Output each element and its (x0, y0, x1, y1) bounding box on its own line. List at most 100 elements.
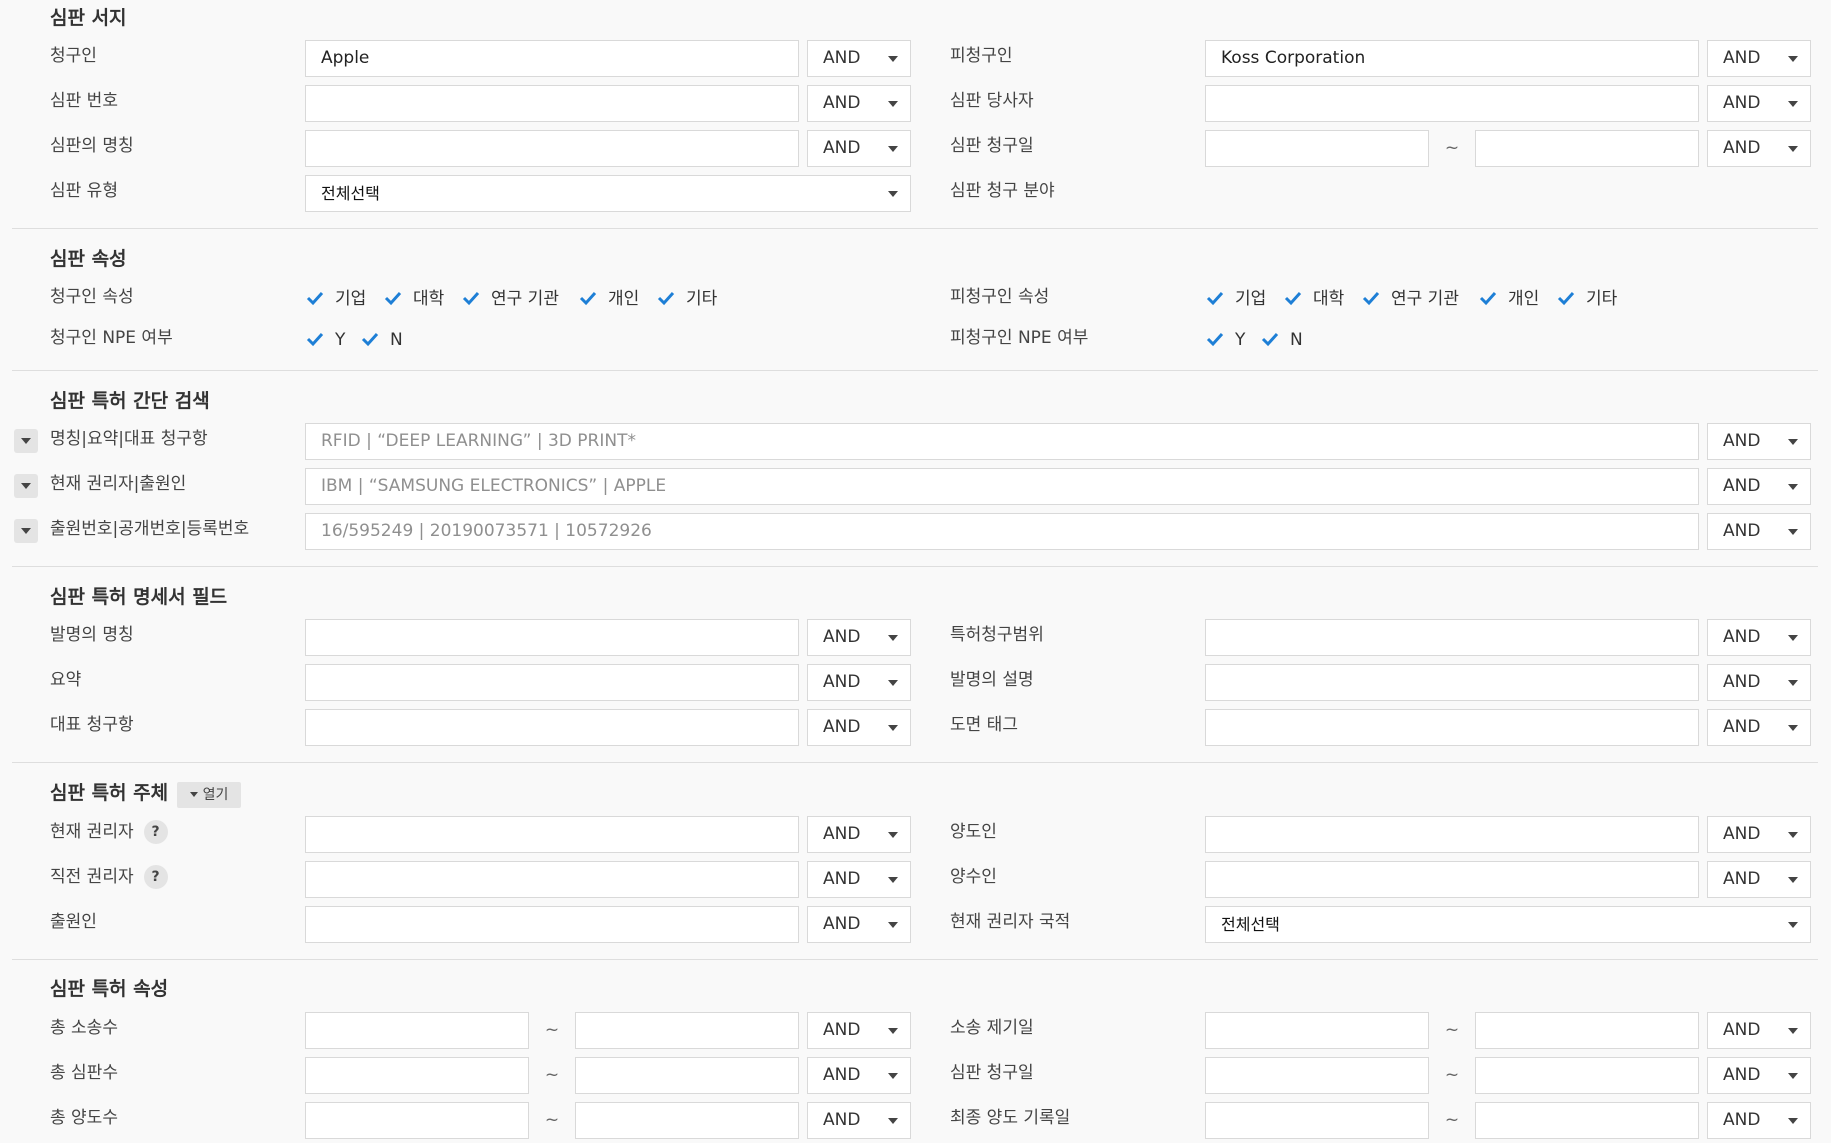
description-input[interactable] (1205, 664, 1699, 701)
number-search-operator-select[interactable]: AND (1707, 513, 1811, 550)
respondent-npe-yes-checkbox[interactable]: Y (1205, 328, 1245, 352)
trial-type-value: 전체선택 (321, 184, 380, 203)
row-toggle-dropdown-button[interactable] (14, 519, 38, 543)
claimant-attr-university-checkbox[interactable]: 대학 (383, 287, 444, 311)
row-toggle-dropdown-button[interactable] (14, 429, 38, 453)
rep-claim-input[interactable] (305, 709, 799, 746)
respondent-attr-individual-checkbox[interactable]: 개인 (1478, 287, 1539, 311)
respondent-attr-university-checkbox[interactable]: 대학 (1283, 287, 1344, 311)
claimant-npe-no-checkbox[interactable]: N (360, 328, 403, 352)
total-transfers-operator-select[interactable]: AND (807, 1102, 911, 1139)
trial-request-date-operator-select-2[interactable]: AND (1707, 1057, 1811, 1094)
abstract-operator-select[interactable]: AND (807, 664, 911, 701)
respondent-attr-research-checkbox[interactable]: 연구 기관 (1361, 287, 1459, 311)
last-transfer-date-to[interactable] (1475, 1102, 1699, 1139)
drawing-tag-operator-select[interactable]: AND (1707, 709, 1811, 746)
total-trials-operator-select[interactable]: AND (807, 1057, 911, 1094)
claimant-input[interactable]: Apple (305, 40, 799, 77)
total-lawsuits-to[interactable] (575, 1012, 799, 1049)
check-icon (1206, 332, 1224, 347)
trial-request-date-to-2[interactable] (1475, 1057, 1699, 1094)
assignor-operator-select[interactable]: AND (1707, 816, 1811, 853)
checkbox-label: 대학 (413, 289, 445, 309)
owner-applicant-operator-select[interactable]: AND (1707, 468, 1811, 505)
last-transfer-date-operator-select[interactable]: AND (1707, 1102, 1811, 1139)
number-search-input[interactable]: 16/595249 | 20190073571 | 10572926 (305, 513, 1699, 550)
trial-request-date-from[interactable] (1205, 130, 1429, 167)
invention-name-operator-select[interactable]: AND (807, 619, 911, 656)
previous-owner-operator-select[interactable]: AND (807, 861, 911, 898)
description-operator-select[interactable]: AND (1707, 664, 1811, 701)
title-abstract-claim-input[interactable]: RFID | “DEEP LEARNING” | 3D PRINT* (305, 423, 1699, 460)
title-abstract-claim-operator-select[interactable]: AND (1707, 423, 1811, 460)
abstract-input[interactable] (305, 664, 799, 701)
trial-request-date-to[interactable] (1475, 130, 1699, 167)
current-owner-operator-select[interactable]: AND (807, 816, 911, 853)
drawing-tag-input[interactable] (1205, 709, 1699, 746)
trial-party-input[interactable] (1205, 85, 1699, 122)
claimant-attr-individual-checkbox[interactable]: 개인 (578, 287, 639, 311)
rep-claim-operator-select[interactable]: AND (807, 709, 911, 746)
total-trials-to[interactable] (575, 1057, 799, 1094)
total-lawsuits-from[interactable] (305, 1012, 529, 1049)
lawsuit-date-operator-select[interactable]: AND (1707, 1012, 1811, 1049)
lawsuit-date-to[interactable] (1475, 1012, 1699, 1049)
trial-number-operator-select[interactable]: AND (807, 85, 911, 122)
last-transfer-date-from[interactable] (1205, 1102, 1429, 1139)
operator-value: AND (1723, 93, 1761, 113)
claims-operator-select[interactable]: AND (1707, 619, 1811, 656)
total-transfers-from[interactable] (305, 1102, 529, 1139)
respondent-npe-no-checkbox[interactable]: N (1260, 328, 1303, 352)
expand-button[interactable]: 열기 (177, 782, 241, 808)
trial-request-date-label-2: 심판 청구일 (950, 1063, 1034, 1083)
lawsuit-date-from[interactable] (1205, 1012, 1429, 1049)
applicant-operator-select[interactable]: AND (807, 906, 911, 943)
claims-input[interactable] (1205, 619, 1699, 656)
respondent-attr-company-checkbox[interactable]: 기업 (1205, 287, 1266, 311)
help-icon[interactable]: ? (143, 865, 168, 889)
total-trials-from[interactable] (305, 1057, 529, 1094)
respondent-operator-select[interactable]: AND (1707, 40, 1811, 77)
owner-applicant-input[interactable]: IBM | “SAMSUNG ELECTRONICS” | APPLE (305, 468, 1699, 505)
trial-request-date-operator-select[interactable]: AND (1707, 130, 1811, 167)
help-icon[interactable]: ? (143, 820, 168, 844)
trial-type-select[interactable]: 전체선택 (305, 175, 911, 212)
operator-value: AND (1723, 521, 1761, 541)
row-toggle-dropdown-button[interactable] (14, 474, 38, 498)
claimant-attr-research-checkbox[interactable]: 연구 기관 (461, 287, 559, 311)
operator-value: AND (1723, 476, 1761, 496)
trial-number-input[interactable] (305, 85, 799, 122)
trial-request-date-from-2[interactable] (1205, 1057, 1429, 1094)
invention-name-input[interactable] (305, 619, 799, 656)
section-divider (12, 228, 1818, 229)
previous-owner-label-row: 직전 권리자? (50, 865, 168, 889)
total-lawsuits-operator-select[interactable]: AND (807, 1012, 911, 1049)
section-title-spec-fields: 심판 특허 명세서 필드 (50, 586, 228, 608)
claimant-attr-label: 청구인 속성 (50, 287, 134, 307)
claimant-npe-yes-checkbox[interactable]: Y (305, 328, 345, 352)
assignor-input[interactable] (1205, 816, 1699, 853)
chevron-down-icon (888, 725, 898, 731)
claimant-operator-select[interactable]: AND (807, 40, 911, 77)
current-owner-input[interactable] (305, 816, 799, 853)
range-separator: ~ (1444, 138, 1460, 158)
trial-name-operator-select[interactable]: AND (807, 130, 911, 167)
total-transfers-to[interactable] (575, 1102, 799, 1139)
assignee-input[interactable] (1205, 861, 1699, 898)
trial-name-input[interactable] (305, 130, 799, 167)
chevron-down-icon (888, 922, 898, 928)
claimant-attr-company-checkbox[interactable]: 기업 (305, 287, 366, 311)
assignee-operator-select[interactable]: AND (1707, 861, 1811, 898)
drawing-tag-label: 도면 태그 (950, 715, 1018, 735)
current-owner-label-row: 현재 권리자? (50, 820, 168, 844)
applicant-input[interactable] (305, 906, 799, 943)
chevron-down-icon (888, 191, 898, 197)
section-divider (12, 762, 1818, 763)
trial-party-operator-select[interactable]: AND (1707, 85, 1811, 122)
check-icon (657, 291, 675, 306)
respondent-input[interactable]: Koss Corporation (1205, 40, 1699, 77)
previous-owner-input[interactable] (305, 861, 799, 898)
respondent-attr-other-checkbox[interactable]: 기타 (1556, 287, 1617, 311)
owner-country-select[interactable]: 전체선택 (1205, 906, 1811, 943)
claimant-attr-other-checkbox[interactable]: 기타 (656, 287, 717, 311)
